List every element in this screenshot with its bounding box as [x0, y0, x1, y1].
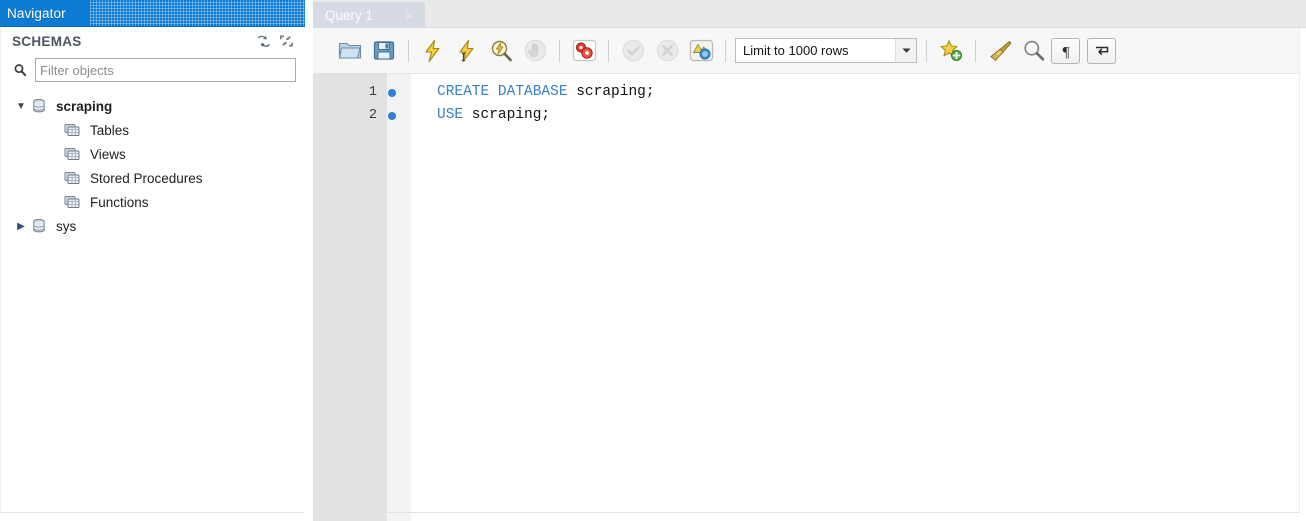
toggle-invisible-chars-icon[interactable]: ¶ [1051, 37, 1080, 64]
tree-item-sys[interactable]: ▶ sys [0, 214, 305, 238]
line-number-gutter[interactable]: 1 2 [313, 74, 411, 521]
execute-current-statement-icon[interactable] [450, 34, 484, 68]
toolbar-separator [725, 39, 726, 62]
code-line[interactable]: CREATE DATABASE scraping; [437, 81, 1306, 104]
tree-label: Views [90, 146, 126, 162]
toolbar-separator [608, 39, 609, 62]
navigator-title: Navigator [7, 6, 66, 21]
rollback-transaction-icon [650, 34, 684, 68]
svg-text:¶: ¶ [1062, 44, 1069, 59]
bookmark-dot-icon[interactable] [388, 111, 396, 120]
stop-execution-icon [518, 34, 552, 68]
row-limit-dropdown[interactable]: Limit to 1000 rows [735, 38, 917, 63]
commit-transaction-icon [616, 34, 650, 68]
navigator-panel: Navigator SCHEMAS Filter objects ▼ scrap… [0, 0, 306, 521]
bookmark-dot-icon[interactable] [388, 88, 396, 97]
toolbar-separator [408, 39, 409, 62]
table-folder-icon [62, 193, 84, 211]
tree-item-views[interactable]: Views [0, 142, 305, 166]
code-line[interactable]: USE scraping; [437, 104, 1306, 127]
editor-tabbar: Query 1 × [313, 0, 1306, 28]
database-icon [28, 217, 50, 235]
query-panel: Query 1 × Limit to 1000 rows ¶ 1 2 CREAT… [313, 0, 1306, 521]
filter-objects-input[interactable] [35, 58, 296, 82]
schema-tree: ▼ scraping Tables Views Stored Procedure… [0, 85, 305, 521]
tree-label: Stored Procedures [90, 170, 203, 186]
toggle-wrapping-icon[interactable] [1087, 37, 1116, 64]
row-limit-value: Limit to 1000 rows [743, 43, 849, 58]
collapse-all-icon[interactable] [277, 32, 296, 50]
sql-keyword: USE [437, 107, 464, 123]
collapse-arrow-icon[interactable]: ▶ [14, 219, 28, 233]
sql-editor[interactable]: 1 2 CREATE DATABASE scraping; USE scrapi… [313, 74, 1306, 521]
mysql-workbench-window: Navigator SCHEMAS Filter objects ▼ scrap… [0, 0, 1306, 521]
panel-right-edge [1299, 28, 1306, 513]
search-icon [11, 61, 29, 79]
chevron-down-icon[interactable] [895, 39, 916, 62]
filter-row [0, 55, 305, 85]
tree-item-functions[interactable]: Functions [0, 190, 305, 214]
tab-label: Query 1 [325, 7, 374, 23]
schemas-header: SCHEMAS [0, 27, 305, 55]
toolbar-separator [559, 39, 560, 62]
tree-label: Functions [90, 194, 149, 210]
toolbar-separator [975, 39, 976, 62]
table-folder-icon [62, 145, 84, 163]
explain-statement-icon[interactable] [484, 34, 518, 68]
editor-bottom-divider [313, 512, 1299, 513]
execute-statement-icon[interactable] [416, 34, 450, 68]
navigator-bottom-divider [0, 512, 305, 513]
sql-keyword: CREATE DATABASE [437, 84, 568, 100]
open-sql-file-icon[interactable] [333, 34, 367, 68]
line-number: 2 [368, 108, 377, 123]
panel-splitter[interactable] [306, 0, 313, 521]
tree-item-stored-procedures[interactable]: Stored Procedures [0, 166, 305, 190]
tree-item-scraping[interactable]: ▼ scraping [0, 94, 305, 118]
code-area[interactable]: CREATE DATABASE scraping; USE scraping; [411, 74, 1306, 521]
expand-arrow-icon[interactable]: ▼ [14, 99, 28, 113]
navigator-titlebar: Navigator [0, 0, 305, 27]
table-folder-icon [62, 121, 84, 139]
beautify-query-icon[interactable] [983, 34, 1017, 68]
tab-query-1[interactable]: Query 1 × [313, 2, 425, 28]
gutter-line[interactable]: 1 [313, 81, 411, 104]
tree-label: scraping [56, 98, 113, 114]
schemas-label: SCHEMAS [12, 33, 82, 49]
save-snippet-icon[interactable] [934, 34, 968, 68]
table-folder-icon [62, 169, 84, 187]
tree-item-tables[interactable]: Tables [0, 118, 305, 142]
toggle-autocommit-icon[interactable] [684, 34, 718, 68]
toggle-stop-on-error-icon[interactable] [567, 34, 601, 68]
query-toolbar: Limit to 1000 rows ¶ [313, 28, 1306, 74]
database-icon [28, 97, 50, 115]
sql-text: scraping; [463, 107, 551, 123]
tree-label: sys [56, 218, 77, 234]
save-script-icon[interactable] [367, 34, 401, 68]
refresh-icon[interactable] [254, 32, 273, 50]
tree-label: Tables [90, 122, 130, 138]
sql-text: scraping; [567, 84, 655, 100]
line-number: 1 [368, 85, 377, 100]
find-icon[interactable] [1017, 34, 1051, 68]
toolbar-separator [926, 39, 927, 62]
gutter-line[interactable]: 2 [313, 104, 411, 127]
close-icon[interactable]: × [401, 7, 417, 23]
navigator-left-edge [0, 27, 1, 513]
